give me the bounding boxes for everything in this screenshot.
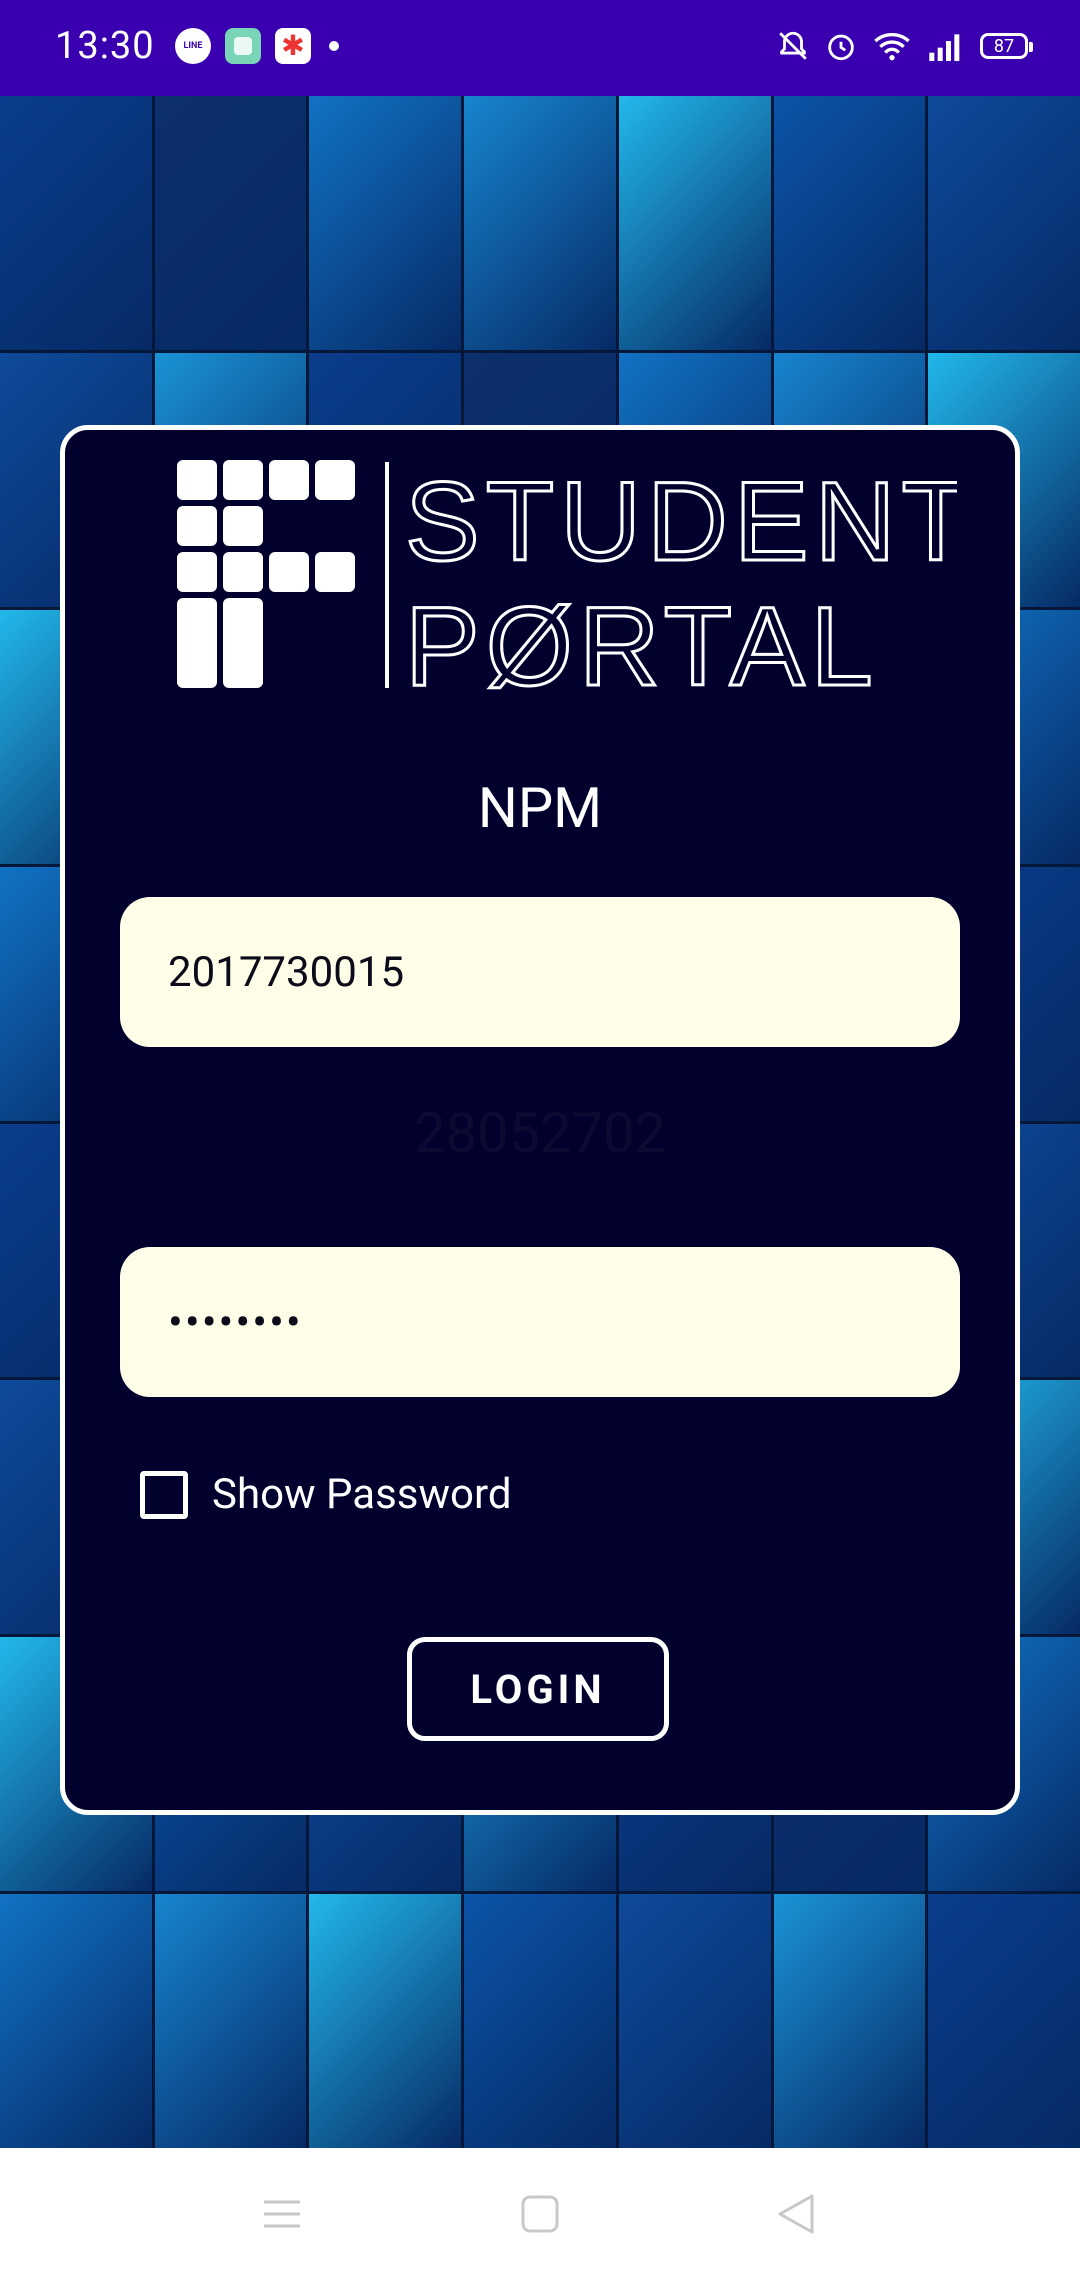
alarm-icon [828, 34, 854, 61]
home-icon[interactable] [520, 2194, 560, 2234]
menu-icon[interactable] [262, 2196, 302, 2232]
star-app-icon: ✱ [275, 28, 311, 64]
line-icon: LINE [175, 28, 211, 64]
logo-text-line1: STUDENT [405, 460, 957, 584]
dot-icon [329, 41, 339, 51]
background-tile [464, 1894, 616, 2148]
background-tile [773, 96, 926, 350]
show-password-label: Show Password [212, 1470, 512, 1519]
system-icons: 87 [776, 29, 1033, 63]
background-tile [309, 96, 462, 350]
npm-input[interactable]: 2017730015 [120, 897, 960, 1047]
npm-input-value: 2017730015 [168, 947, 405, 997]
background-tile [0, 96, 152, 350]
wifi-icon [874, 33, 910, 61]
background-tile [154, 1894, 307, 2148]
status-time: 13:30 [55, 24, 155, 68]
show-password-checkbox[interactable] [140, 1470, 188, 1519]
background-tile [618, 1894, 771, 2148]
back-icon[interactable] [776, 2193, 816, 2235]
status-bar: 13:30 LINE ✱ 87 [0, 0, 1080, 96]
login-card: STUDENT PØRTAL NPM 2017730015 28052702 •… [60, 425, 1020, 1815]
password-hint: 28052702 [414, 1100, 666, 1166]
battery-icon: 87 [980, 33, 1033, 59]
npm-label: NPM [477, 775, 603, 841]
password-input-value: •••••••• [168, 1296, 303, 1348]
background-tile [154, 96, 307, 350]
navigation-bar [0, 2148, 1080, 2280]
login-button[interactable]: LOGIN [407, 1637, 669, 1741]
background-tile [464, 96, 616, 350]
show-password-toggle[interactable]: Show Password [140, 1470, 512, 1519]
password-input[interactable]: •••••••• [120, 1247, 960, 1397]
signal-icon [929, 34, 960, 61]
student-portal-logo: STUDENT PØRTAL [177, 460, 957, 700]
background-tile [0, 1894, 152, 2148]
battery-level: 87 [993, 35, 1015, 57]
app-icon [225, 28, 261, 64]
background-tile [928, 1894, 1080, 2148]
background-tile [618, 96, 771, 350]
background-tile [928, 96, 1080, 350]
logo-text-line2: PØRTAL [405, 584, 879, 700]
bell-muted-icon [779, 31, 807, 60]
background-tile [773, 1894, 926, 2148]
notification-icons: LINE ✱ [175, 28, 339, 64]
background-tile [309, 1894, 462, 2148]
